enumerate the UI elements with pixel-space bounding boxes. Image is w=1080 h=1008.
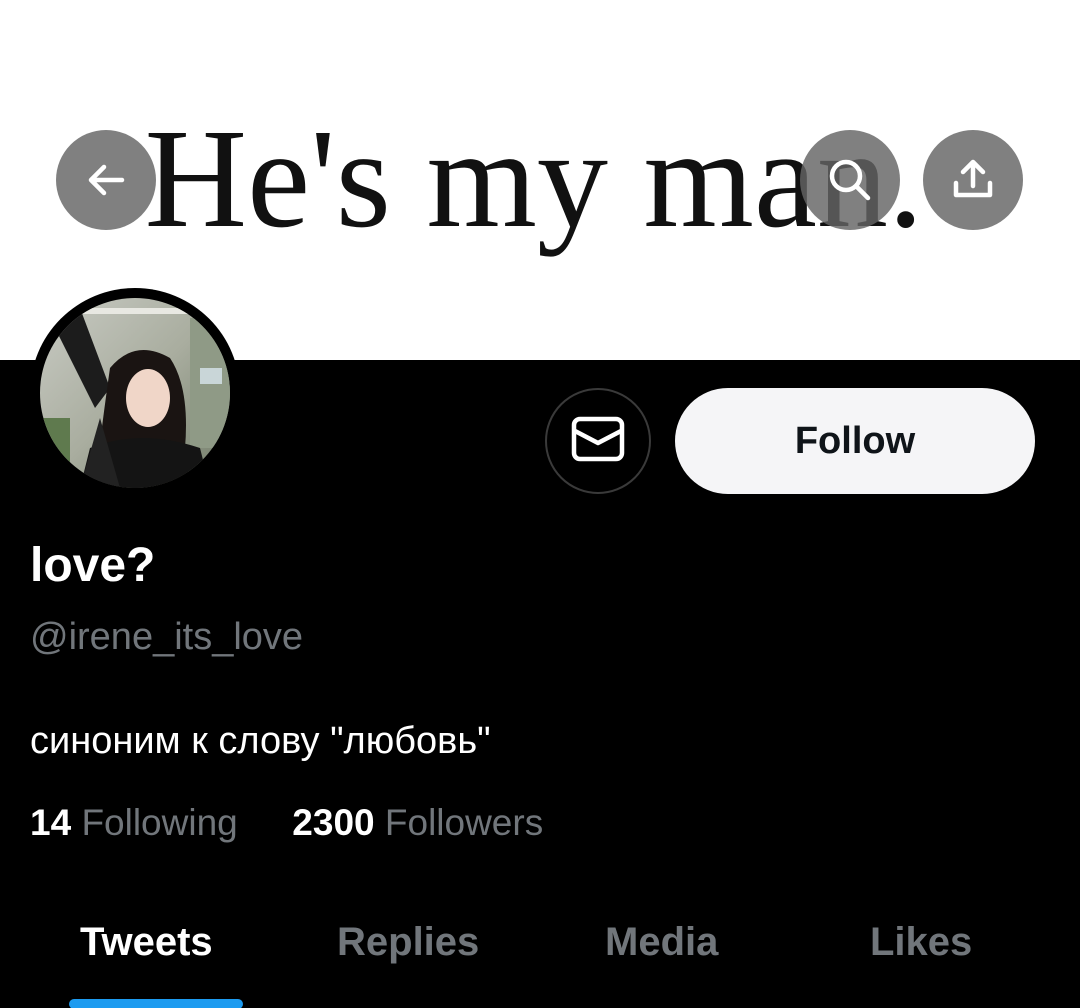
search-button[interactable]	[800, 130, 900, 230]
tab-replies[interactable]: Replies	[337, 918, 479, 966]
username-handle: @irene_its_love	[30, 616, 304, 658]
back-button[interactable]	[56, 130, 156, 230]
following-label: Following	[81, 802, 238, 843]
followers-label: Followers	[384, 802, 544, 843]
avatar-image	[40, 298, 230, 488]
following-link[interactable]: 14 Following	[30, 802, 248, 843]
following-count: 14	[30, 802, 72, 843]
share-button[interactable]	[923, 130, 1023, 230]
banner-text: He's my man.	[144, 99, 924, 257]
avatar[interactable]	[30, 288, 240, 498]
followers-link[interactable]: 2300 Followers	[292, 802, 543, 843]
arrow-left-icon	[82, 156, 130, 204]
tab-media[interactable]: Media	[605, 918, 718, 966]
tab-tweets[interactable]: Tweets	[80, 918, 213, 966]
share-icon	[948, 155, 998, 205]
message-button[interactable]	[545, 388, 651, 494]
profile-bio: синоним к слову "любовь"	[30, 720, 491, 762]
profile-page: He's my man. Follow love? @irene_its_lov…	[0, 0, 1080, 1008]
tab-likes[interactable]: Likes	[870, 918, 972, 966]
active-tab-indicator	[69, 999, 243, 1008]
followers-count: 2300	[292, 802, 375, 843]
profile-tabs: Tweets Replies Media Likes	[0, 900, 1080, 1008]
envelope-icon	[571, 415, 625, 468]
display-name: love?	[30, 539, 156, 592]
search-icon	[825, 155, 875, 205]
follow-stats: 14 Following 2300 Followers	[30, 800, 543, 846]
follow-button[interactable]: Follow	[675, 388, 1035, 494]
